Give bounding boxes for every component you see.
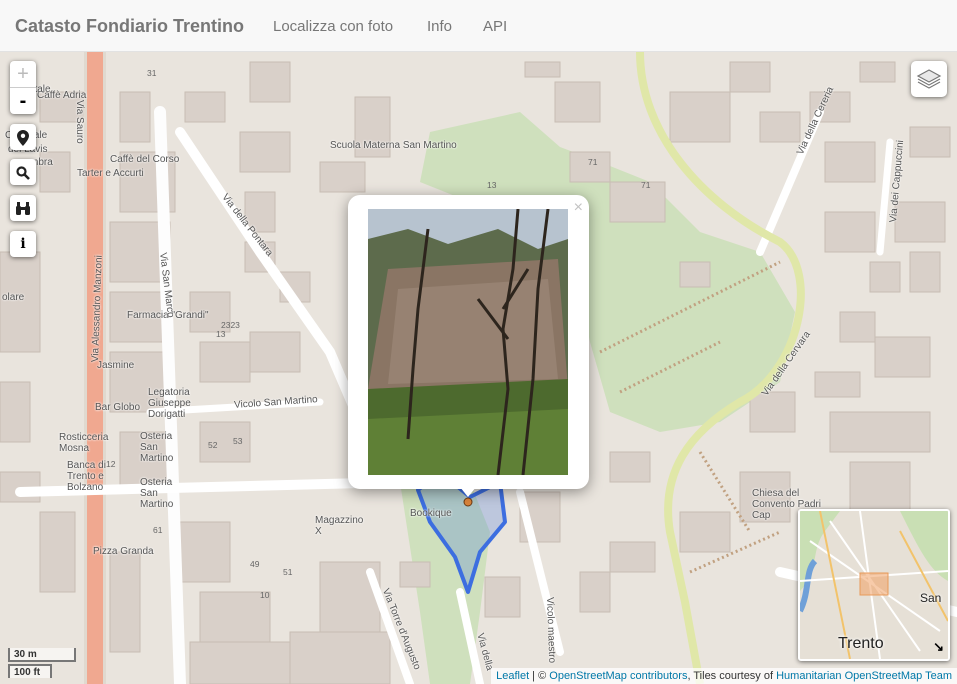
house-number: 31 — [147, 68, 157, 78]
hot-link[interactable]: Humanitarian OpenStreetMap Team — [776, 670, 952, 682]
nav-localizza-con-foto[interactable]: Localizza con foto — [273, 18, 393, 35]
house-number: 53 — [233, 436, 243, 446]
layers-icon — [916, 69, 942, 89]
map-label-scuola: Scuola Materna San Martino — [330, 140, 457, 151]
map-label-osteria-2: Osteria San Martino — [140, 477, 174, 510]
map-label-legatoria: Legatoria Giuseppe Dorigatti — [148, 387, 191, 420]
info-control: i — [10, 231, 36, 257]
binoculars-control — [10, 195, 36, 221]
search-icon[interactable] — [10, 159, 36, 185]
navbar: Catasto Fondiario Trentino Localizza con… — [0, 0, 957, 52]
house-number: 10 — [260, 590, 270, 600]
layers-button[interactable] — [911, 61, 947, 97]
locate-control — [10, 124, 36, 150]
map-label-jasmine: Jasmine — [97, 360, 135, 371]
map-label-bookique: Bookique — [410, 508, 452, 519]
map-label-rosticceria: Rosticceria Mosna — [59, 432, 109, 454]
popup-photo — [368, 209, 568, 475]
map-label-magazzino: Magazzino X — [315, 515, 364, 537]
attribution-sep: | © — [529, 670, 550, 682]
map-label-bar-globo: Bar Globo — [95, 402, 141, 413]
scale-imperial: 100 ft — [8, 664, 52, 678]
popup-close-button[interactable]: × — [574, 199, 583, 217]
scale-metric: 30 m — [8, 648, 76, 662]
search-control — [10, 159, 36, 185]
leaflet-link[interactable]: Leaflet — [496, 670, 529, 682]
zoom-out-button[interactable]: - — [10, 88, 36, 114]
house-number: 13 — [216, 329, 226, 339]
house-number: 61 — [153, 525, 163, 535]
map-label-osteria-1: Osteria San Martino — [140, 431, 174, 464]
house-number: 51 — [283, 567, 293, 577]
minimap-label-san: San — [920, 591, 942, 605]
house-number: 49 — [250, 559, 260, 569]
street-via-sauro: Via Sauro — [74, 100, 85, 144]
map-label-tarter: Tarter e Accurti — [77, 168, 144, 179]
map-view[interactable]: Caffè Adria Caffè del Corso Tarter e Acc… — [0, 52, 957, 684]
minimap-toggle-icon[interactable]: ↘ — [933, 639, 944, 655]
zoom-in-button[interactable]: + — [10, 61, 36, 88]
house-number: 52 — [208, 440, 218, 450]
nav-api[interactable]: API — [483, 18, 507, 35]
photo-popup: × — [348, 195, 589, 497]
zoom-control: + - — [10, 61, 36, 114]
brand-title[interactable]: Catasto Fondiario Trentino — [15, 16, 244, 37]
nav-info[interactable]: Info — [427, 18, 452, 35]
house-number: 13 — [487, 180, 497, 190]
house-number: 12 — [106, 459, 116, 469]
location-icon[interactable] — [10, 124, 36, 150]
popup-tip — [460, 487, 476, 497]
map-label-pizza-granda: Pizza Granda — [93, 546, 154, 557]
attribution: Leaflet | © OpenStreetMap contributors, … — [491, 668, 957, 684]
house-number: 71 — [641, 180, 651, 190]
street-vicolo-maestro: Vicolo maestro — [544, 597, 558, 664]
minimap[interactable]: · Trento San ↘ — [798, 509, 950, 661]
minimap-label-trento: Trento — [838, 635, 884, 652]
map-label-caffe-del: Caffè del Corso — [110, 154, 180, 165]
house-number: 71 — [588, 157, 598, 167]
map-label-olare: olare — [2, 292, 25, 303]
info-icon[interactable]: i — [10, 231, 36, 257]
binoculars-icon[interactable] — [10, 195, 36, 221]
attribution-mid: , Tiles courtesy of — [687, 670, 777, 682]
osm-link[interactable]: OpenStreetMap contributors — [549, 670, 687, 682]
